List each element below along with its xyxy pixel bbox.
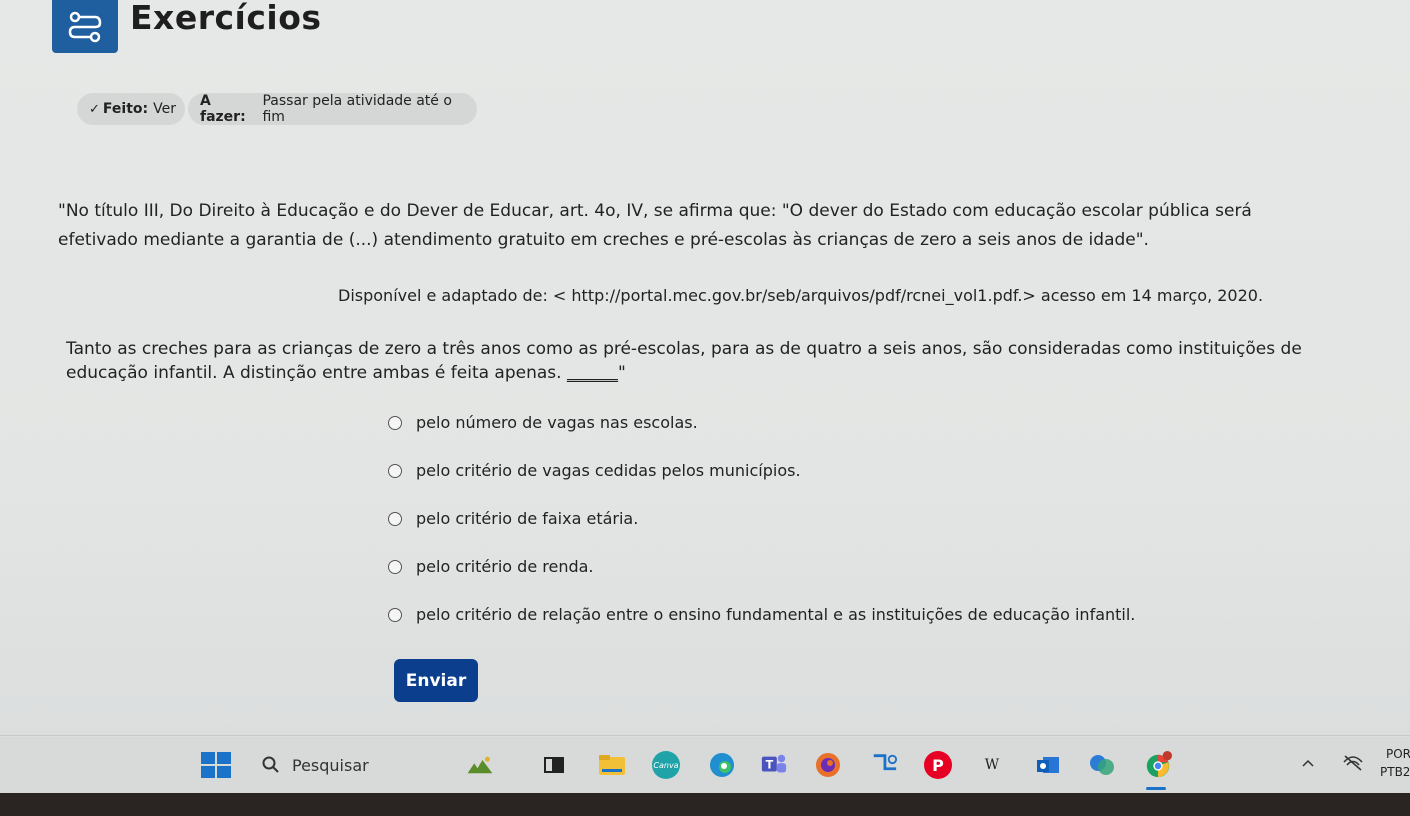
todo-label: A fazer: xyxy=(200,93,246,125)
snipping-tool-icon[interactable] xyxy=(870,751,898,779)
option-2[interactable]: pelo critério de vagas cedidas pelos mun… xyxy=(388,461,801,480)
edge-icon[interactable] xyxy=(708,751,736,779)
option-1[interactable]: pelo número de vagas nas escolas. xyxy=(388,413,698,432)
firefox-icon[interactable] xyxy=(814,751,842,779)
windows-start-icon[interactable] xyxy=(201,752,231,778)
search-icon xyxy=(262,756,279,773)
pinterest-icon[interactable]: P xyxy=(924,751,952,779)
taskbar-search[interactable]: Pesquisar xyxy=(262,751,369,779)
divider xyxy=(0,735,1410,736)
status-todo-pill: A fazer: Passar pela atividade até o fim xyxy=(188,93,477,125)
radio-button[interactable] xyxy=(388,511,402,526)
taskbar: Pesquisar Canva T P W POR PTB2 xyxy=(0,737,1410,793)
option-label: pelo critério de relação entre o ensino … xyxy=(416,605,1136,624)
copilot-icon[interactable] xyxy=(1088,751,1116,779)
search-label: Pesquisar xyxy=(292,755,369,775)
network-icon[interactable] xyxy=(1342,753,1364,773)
active-app-indicator xyxy=(1146,787,1166,790)
option-4[interactable]: pelo critério de renda. xyxy=(388,557,594,576)
task-view-icon[interactable] xyxy=(540,751,568,779)
radio-button[interactable] xyxy=(388,415,402,430)
question-source: Disponível e adaptado de: < http://porta… xyxy=(338,286,1264,305)
file-explorer-icon[interactable] xyxy=(598,751,626,779)
screen-bezel xyxy=(0,793,1410,816)
done-value: Ver xyxy=(153,101,176,117)
keyboard-layout-indicator[interactable]: PTB2 xyxy=(1380,765,1410,779)
close-quote: " xyxy=(617,363,626,383)
status-done-pill[interactable]: ✓ Feito: Ver xyxy=(77,93,185,125)
canva-icon[interactable]: Canva xyxy=(652,751,680,779)
word-icon[interactable]: W xyxy=(978,751,1006,779)
option-label: pelo número de vagas nas escolas. xyxy=(416,413,698,432)
outlook-icon[interactable] xyxy=(1034,751,1062,779)
option-label: pelo critério de renda. xyxy=(416,557,594,576)
teams-icon[interactable]: T xyxy=(760,751,788,779)
question-line-1: "No título III, Do Direito à Educação e … xyxy=(58,201,1252,221)
svg-text:T: T xyxy=(766,759,774,772)
option-5[interactable]: pelo critério de relação entre o ensino … xyxy=(388,605,1135,624)
page-title: Exercícios xyxy=(130,0,322,37)
chrome-icon[interactable] xyxy=(1144,751,1172,779)
route-icon xyxy=(52,0,118,53)
question-line-4-text: educação infantil. A distinção entre amb… xyxy=(66,363,562,383)
chevron-up-icon[interactable] xyxy=(1300,755,1316,771)
radio-button[interactable] xyxy=(388,463,402,478)
option-label: pelo critério de vagas cedidas pelos mun… xyxy=(416,461,801,480)
radio-button[interactable] xyxy=(388,607,402,622)
radio-button[interactable] xyxy=(388,559,402,574)
widgets-icon[interactable] xyxy=(466,751,494,779)
question-line-4: educação infantil. A distinção entre amb… xyxy=(66,360,626,387)
todo-value: Passar pela atividade até o fim xyxy=(262,93,452,125)
submit-button[interactable]: Enviar xyxy=(394,659,478,702)
option-label: pelo critério de faixa etária. xyxy=(416,509,639,528)
question-line-2: efetivado mediante a garantia de (...) a… xyxy=(58,230,1149,250)
question-line-3: Tanto as creches para as crianças de zer… xyxy=(66,339,1302,359)
done-label: Feito: xyxy=(102,101,149,117)
check-icon: ✓ xyxy=(89,101,100,117)
answer-blank: ______ xyxy=(566,363,618,383)
option-3[interactable]: pelo critério de faixa etária. xyxy=(388,509,638,528)
language-indicator[interactable]: POR xyxy=(1386,747,1410,761)
